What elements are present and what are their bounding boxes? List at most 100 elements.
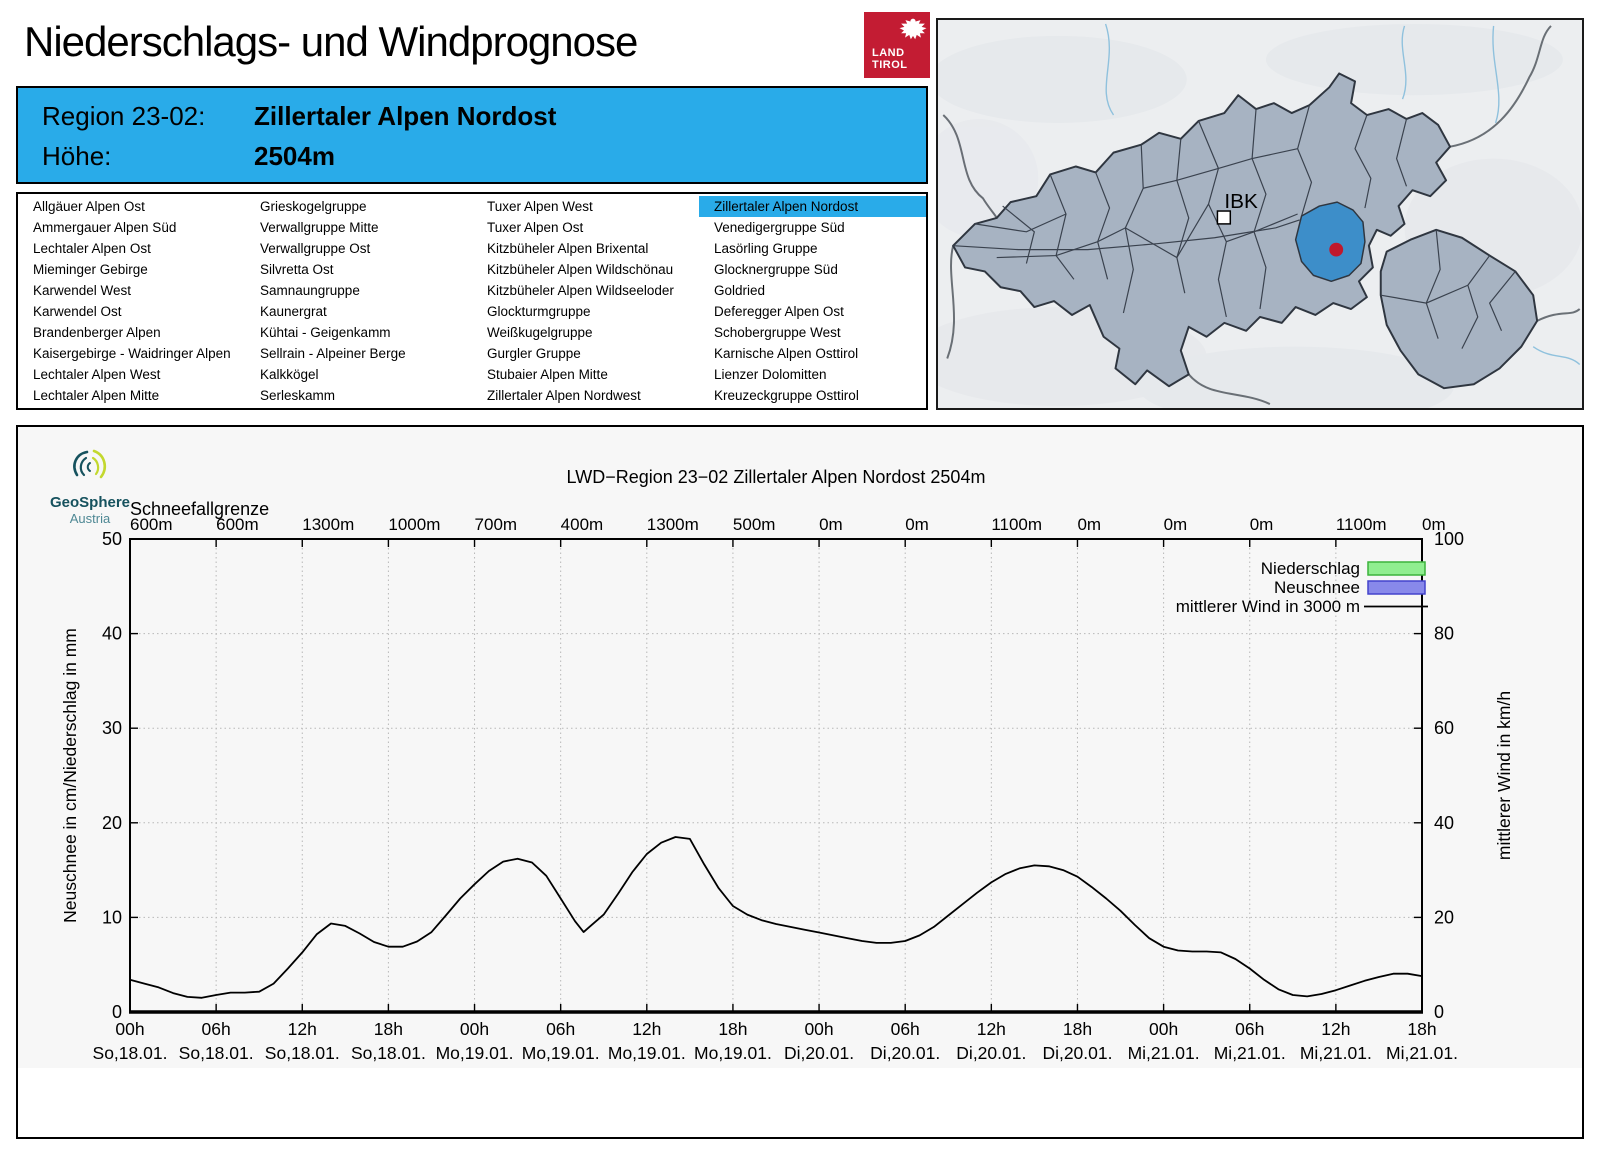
- region-item[interactable]: Mieminger Gebirge: [18, 259, 245, 280]
- region-item[interactable]: Grieskogelgruppe: [245, 196, 472, 217]
- region-item[interactable]: Goldried: [699, 280, 926, 301]
- x-tick-time: 12h: [288, 1019, 317, 1039]
- region-item[interactable]: Glocknergruppe Süd: [699, 259, 926, 280]
- hoehe-value: 2504m: [254, 141, 335, 172]
- region-item[interactable]: Sellrain - Alpeiner Berge: [245, 343, 472, 364]
- region-item[interactable]: Glockturmgruppe: [472, 301, 699, 322]
- x-tick-time: 12h: [1321, 1019, 1350, 1039]
- x-tick-time: 18h: [374, 1019, 403, 1039]
- tirol-map-svg: IBK: [938, 20, 1582, 408]
- region-item[interactable]: Karwendel Ost: [18, 301, 245, 322]
- region-item[interactable]: Zillertaler Alpen Nordwest: [472, 385, 699, 406]
- region-item[interactable]: Karwendel West: [18, 280, 245, 301]
- region-item[interactable]: Verwallgruppe Mitte: [245, 217, 472, 238]
- x-tick-time: 18h: [718, 1019, 747, 1039]
- hoehe-label: Höhe:: [42, 141, 254, 172]
- snowline-value: 600m: [216, 515, 259, 534]
- x-tick-date: Di,20.01.: [1042, 1043, 1112, 1063]
- snowline-value: 0m: [1250, 515, 1274, 534]
- snowline-value: 700m: [475, 515, 518, 534]
- forecast-chart-panel: NiederschlagNeuschneemittlerer Wind in 3…: [16, 425, 1584, 1139]
- land-tirol-logo: LAND TIROL: [864, 12, 930, 78]
- snowline-value: 1100m: [991, 515, 1042, 534]
- y-tick-left: 40: [102, 624, 122, 644]
- y-tick-right: 20: [1434, 907, 1454, 927]
- snowline-value: 400m: [561, 515, 604, 534]
- y-tick-left: 20: [102, 813, 122, 833]
- region-item[interactable]: Samnaungruppe: [245, 280, 472, 301]
- tirol-map: IBK: [936, 18, 1584, 410]
- region-item[interactable]: Stubaier Alpen Mitte: [472, 364, 699, 385]
- region-item[interactable]: Deferegger Alpen Ost: [699, 301, 926, 322]
- region-info-box: Region 23-02: Zillertaler Alpen Nordost …: [16, 86, 928, 184]
- geosphere-name: GeoSphere: [40, 494, 140, 511]
- region-item[interactable]: Kalkkögel: [245, 364, 472, 385]
- x-tick-date: So,18.01.: [179, 1043, 254, 1063]
- x-tick-date: Mo,19.01.: [694, 1043, 772, 1063]
- region-item[interactable]: Lasörling Gruppe: [699, 238, 926, 259]
- x-tick-time: 18h: [1407, 1019, 1436, 1039]
- region-item[interactable]: Lienzer Dolomitten: [699, 364, 926, 385]
- geosphere-logo: GeoSphere Austria: [40, 447, 140, 526]
- snowline-value: 1000m: [388, 515, 440, 534]
- x-tick-date: So,18.01.: [265, 1043, 340, 1063]
- region-item[interactable]: Kitzbüheler Alpen Wildseeloder: [472, 280, 699, 301]
- y-tick-right: 60: [1434, 718, 1454, 738]
- x-tick-date: Di,20.01.: [784, 1043, 854, 1063]
- x-tick-date: Mo,19.01.: [436, 1043, 514, 1063]
- region-item[interactable]: Venedigergruppe Süd: [699, 217, 926, 238]
- x-tick-date: So,18.01.: [93, 1043, 168, 1063]
- region-item[interactable]: Verwallgruppe Ost: [245, 238, 472, 259]
- y-axis-left-title: Neuschnee in cm/Niederschlag in mm: [60, 628, 80, 923]
- region-item[interactable]: Weißkugelgruppe: [472, 322, 699, 343]
- x-tick-date: Di,20.01.: [870, 1043, 940, 1063]
- region-item[interactable]: Karnische Alpen Osttirol: [699, 343, 926, 364]
- snowline-value: 500m: [733, 515, 776, 534]
- x-tick-date: Mo,19.01.: [522, 1043, 600, 1063]
- region-value: Zillertaler Alpen Nordost: [254, 101, 556, 132]
- x-tick-date: Mi,21.01.: [1300, 1043, 1372, 1063]
- region-item[interactable]: Lechtaler Alpen West: [18, 364, 245, 385]
- x-tick-time: 18h: [1063, 1019, 1092, 1039]
- region-item[interactable]: Zillertaler Alpen Nordost: [699, 196, 926, 217]
- x-tick-time: 06h: [891, 1019, 920, 1039]
- land-tirol-label: LAND TIROL: [872, 47, 908, 72]
- region-item[interactable]: Tuxer Alpen Ost: [472, 217, 699, 238]
- x-tick-time: 00h: [460, 1019, 489, 1039]
- snowline-value: 0m: [819, 515, 843, 534]
- map-station-dot: [1329, 243, 1343, 257]
- region-item[interactable]: Brandenberger Alpen: [18, 322, 245, 343]
- snowline-value: 0m: [1164, 515, 1188, 534]
- region-item[interactable]: Allgäuer Alpen Ost: [18, 196, 245, 217]
- x-tick-date: Mi,21.01.: [1386, 1043, 1458, 1063]
- snowline-value: 1300m: [302, 515, 354, 534]
- snowline-value: 1300m: [647, 515, 699, 534]
- region-item[interactable]: Gurgler Gruppe: [472, 343, 699, 364]
- region-item[interactable]: Ammergauer Alpen Süd: [18, 217, 245, 238]
- geosphere-swirl-icon: [67, 447, 113, 487]
- y-tick-left: 50: [102, 529, 122, 549]
- region-item[interactable]: Silvretta Ost: [245, 259, 472, 280]
- region-item[interactable]: Schobergruppe West: [699, 322, 926, 343]
- page-title: Niederschlags- und Windprognose: [24, 18, 637, 66]
- legend-swatch: [1368, 581, 1425, 594]
- y-axis-right-title: mittlerer Wind in km/h: [1494, 691, 1514, 860]
- x-tick-date: Mo,19.01.: [608, 1043, 686, 1063]
- region-item[interactable]: Kaunergrat: [245, 301, 472, 322]
- x-tick-date: Di,20.01.: [956, 1043, 1026, 1063]
- region-item[interactable]: Lechtaler Alpen Mitte: [18, 385, 245, 406]
- region-item[interactable]: Kitzbüheler Alpen Wildschönau: [472, 259, 699, 280]
- region-item[interactable]: Tuxer Alpen West: [472, 196, 699, 217]
- legend-label: Niederschlag: [1261, 559, 1360, 578]
- x-tick-date: Mi,21.01.: [1214, 1043, 1286, 1063]
- legend-label: Neuschnee: [1274, 578, 1360, 597]
- region-item[interactable]: Kaisergebirge - Waidringer Alpen: [18, 343, 245, 364]
- region-item[interactable]: Kreuzeckgruppe Osttirol: [699, 385, 926, 406]
- x-tick-date: So,18.01.: [351, 1043, 426, 1063]
- region-item[interactable]: Lechtaler Alpen Ost: [18, 238, 245, 259]
- y-tick-right: 80: [1434, 624, 1454, 644]
- x-tick-time: 00h: [804, 1019, 833, 1039]
- region-item[interactable]: Kitzbüheler Alpen Brixental: [472, 238, 699, 259]
- region-item[interactable]: Serleskamm: [245, 385, 472, 406]
- region-item[interactable]: Kühtai - Geigenkamm: [245, 322, 472, 343]
